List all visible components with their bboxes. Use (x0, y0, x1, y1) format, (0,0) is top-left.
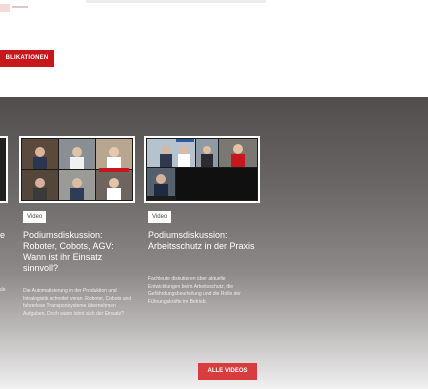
search-field-edge[interactable] (86, 0, 266, 3)
all-videos-button[interactable]: ALLE VIDEOS (198, 363, 257, 380)
video-badge-1: Video (23, 211, 47, 223)
video-thumbnail-1[interactable] (19, 136, 135, 203)
video-call-grid-1 (21, 138, 133, 201)
video-title-1[interactable]: Podiumsdiskussion: Roboter, Cobots, AGV:… (23, 230, 133, 274)
video-title-partial[interactable]: e (0, 230, 8, 241)
video-desc-partial: de (0, 287, 6, 293)
logo-fragment (0, 0, 30, 12)
publications-button[interactable]: BLIKATIONEN (0, 50, 54, 67)
video-call-grid-2 (146, 138, 258, 201)
video-thumbnail-partial[interactable] (0, 136, 8, 203)
video-badge-2: Video (148, 211, 172, 223)
video-desc-2: Fachleute diskutieren über aktuelle Entw… (148, 276, 241, 305)
top-section: BLIKATIONEN (0, 0, 428, 97)
video-thumbnail-2[interactable] (144, 136, 260, 203)
video-title-2[interactable]: Podiumsdiskussion: Arbeitsschutz in der … (148, 230, 258, 252)
video-desc-1: Die Automatisierung in der Produktion un… (23, 288, 132, 317)
